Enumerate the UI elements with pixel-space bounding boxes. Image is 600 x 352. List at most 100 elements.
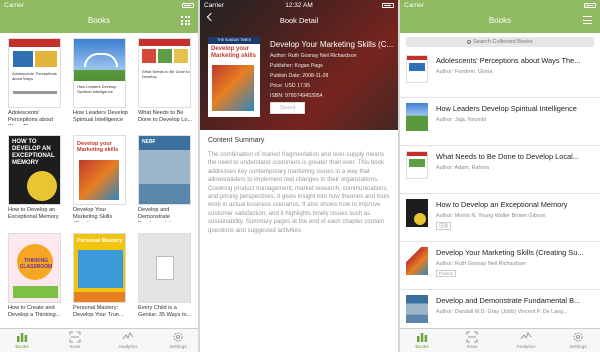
book-thumbnail — [406, 151, 428, 179]
item-author: Author: Dandall M.D. Gray (Jobb) Vincent… — [436, 309, 568, 315]
tab-scan[interactable]: Scan — [452, 331, 492, 350]
book-title: Develop Your Marketing Skills (Creating.… — [73, 207, 113, 222]
book-cover-placeholder — [138, 233, 191, 303]
tab-label: Books — [15, 345, 29, 350]
item-author: Author: Morris N. Young Walter Brown Gib… — [436, 213, 546, 219]
book-title: Adolescents' Perceptions about Ways The.… — [8, 110, 54, 125]
books-tab-icon — [417, 333, 428, 342]
list-item[interactable]: Adolescents' Perceptions about Ways The.… — [400, 50, 600, 98]
book-cover: How Leaders Develop Spiritual Intelligen… — [73, 38, 126, 108]
book-title: How to Develop an Exceptional Memory — [8, 207, 59, 220]
book-title: How to Create and Develop a Thinking... — [8, 305, 61, 318]
summary-heading: Content Summary — [208, 137, 265, 144]
cover-text: Adolescents' Perceptions about Ways — [12, 71, 57, 81]
search-icon — [467, 39, 472, 44]
tab-bar: Books Scan Analytics Settings — [400, 328, 600, 352]
tab-label: Scan — [69, 345, 81, 350]
tab-label: Settings — [569, 345, 587, 350]
scan-icon — [69, 331, 81, 343]
tab-bar: Books Scan Analytics Settings — [0, 328, 198, 352]
book-price: Price: USD 17.95 — [270, 83, 311, 89]
list-item[interactable]: How Leaders Develop Spiritual Intelligen… — [400, 98, 600, 146]
cover-text: What Needs to Be Done to Develop — [142, 69, 190, 79]
cover-text: Personal Mastery — [77, 238, 123, 244]
book-title: Every Child is a Genius: 35 Ways to... — [138, 305, 192, 318]
tab-analytics[interactable]: Analytics — [506, 331, 546, 350]
cover-text: NEBF — [142, 139, 156, 145]
gear-icon — [573, 332, 583, 342]
saved-button[interactable]: Saved — [270, 102, 305, 114]
tab-settings[interactable]: Settings — [558, 331, 598, 350]
book-publisher: Publisher: Kogan Page — [270, 63, 324, 69]
collected-books-screen: Carrier Books Search Collected Books Ado… — [400, 0, 600, 352]
nav-title: Books — [87, 16, 111, 25]
tab-label: Books — [415, 345, 429, 350]
book-title: How Leaders Develop Spiritual Intelligen… — [73, 110, 129, 123]
item-title: How Leaders Develop Spiritual Intelligen… — [436, 104, 577, 113]
book-title: What Needs to Be Done to Develop Lo... — [138, 110, 193, 123]
tab-label: Settings — [169, 345, 187, 350]
detail-book-cover: THE SUNDAY TIMES Develop your Marketing … — [208, 37, 260, 117]
tab-books[interactable]: Books — [402, 331, 442, 350]
item-title: What Needs to Be Done to Develop Local..… — [436, 152, 579, 161]
cover-text: Develop your Marketing skills — [211, 46, 257, 59]
book-publish-date: Publish Date: 2008-11-28 — [270, 73, 329, 79]
tab-books[interactable]: Books — [2, 331, 42, 350]
carrier-label: Carrier — [4, 2, 24, 9]
item-title: Adolescents' Perceptions about Ways The.… — [436, 56, 581, 65]
cover-banner: THE SUNDAY TIMES — [208, 37, 260, 44]
status-bar: Carrier — [400, 0, 600, 11]
tab-analytics[interactable]: Analytics — [108, 331, 148, 350]
analytics-icon — [520, 331, 532, 340]
status-time: 12:32 AM — [285, 2, 313, 9]
book-thumbnail — [406, 295, 428, 323]
cover-text: HOW TO DEVELOP AN EXCEPTIONAL MEMORY — [12, 139, 55, 166]
battery-icon — [584, 3, 596, 8]
list-item[interactable]: How to Develop an Exceptional Memory Aut… — [400, 194, 600, 242]
book-title: Personal Mastery: Develop Your True... — [73, 305, 124, 318]
item-title: How to Develop an Exceptional Memory — [436, 200, 568, 209]
book-cover: What Needs to Be Done to Develop — [138, 38, 191, 108]
item-tag: 已读 — [436, 222, 451, 230]
carrier-label: Carrier — [404, 2, 424, 9]
book-thumbnail — [406, 103, 428, 131]
item-title: Develop Your Marketing Skills (Creating … — [436, 248, 584, 257]
book-title: Develop Your Marketing Skills (C... — [270, 40, 394, 49]
nav-title: Books — [488, 16, 512, 25]
item-author: Author: Adam, Rahma — [436, 165, 490, 171]
tab-scan[interactable]: Scan — [55, 331, 95, 350]
tab-label: Analytics — [516, 345, 536, 350]
analytics-icon — [122, 331, 134, 340]
cover-text: Develop your Marketing skills — [77, 141, 119, 153]
book-author: Author: Ruth Gosnay Neil Richardson — [270, 53, 357, 59]
list-item[interactable]: Develop Your Marketing Skills (Creating … — [400, 242, 600, 290]
books-tab-icon — [17, 333, 28, 342]
book-isbn: ISBN: 9780749453954 — [270, 93, 323, 99]
item-author: Author: Ruth Gosnay Neil Richardson — [436, 261, 526, 267]
battery-icon — [382, 3, 394, 8]
gear-icon — [173, 332, 183, 342]
grid-view-icon[interactable] — [181, 16, 190, 25]
book-cover: Personal Mastery — [73, 233, 126, 303]
status-bar: Carrier — [0, 0, 198, 11]
book-cover: NEBF — [138, 135, 191, 205]
book-cover: THINKING CLASSROOM — [8, 233, 61, 303]
book-detail-screen: Carrier 12:32 AM Book Detail THE SUNDAY … — [200, 0, 398, 352]
cover-text: THINKING CLASSROOM — [19, 258, 53, 270]
book-cover: HOW TO DEVELOP AN EXCEPTIONAL MEMORY — [8, 135, 61, 205]
book-title: Develop and Demonstrate Fundamental... — [138, 207, 175, 222]
item-tag: France — [436, 270, 457, 277]
book-cover: Adolescents' Perceptions about Ways — [8, 38, 61, 108]
search-placeholder: Search Collected Books — [473, 39, 533, 45]
tab-settings[interactable]: Settings — [158, 331, 198, 350]
books-screen: Carrier Books Adolescents' Perceptions a… — [0, 0, 198, 352]
list-item[interactable]: What Needs to Be Done to Develop Local..… — [400, 146, 600, 194]
item-author: Author: Jaja, Nsombi — [436, 117, 487, 123]
item-author: Author: Fondren, Gloria — [436, 69, 493, 75]
list-view-icon[interactable] — [583, 16, 592, 25]
book-cover: Develop your Marketing skills — [73, 135, 126, 205]
tab-label: Scan — [466, 345, 478, 350]
cover-text: How Leaders Develop Spiritual Intelligen… — [77, 84, 117, 94]
search-input[interactable]: Search Collected Books — [406, 37, 594, 47]
tab-label: Analytics — [118, 345, 138, 350]
